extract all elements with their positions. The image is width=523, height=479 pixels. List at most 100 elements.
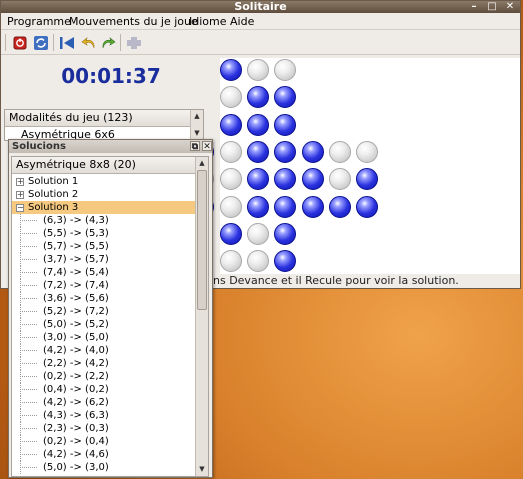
move-item[interactable]: (3,6) -> (5,6) <box>12 292 197 305</box>
move-item[interactable]: (4,2) -> (6,2) <box>12 396 197 409</box>
move-item[interactable]: (0,2) -> (2,2) <box>12 370 197 383</box>
modalities-header[interactable]: Modalités du jeu (123) <box>5 110 190 127</box>
first-move-icon[interactable] <box>58 34 76 51</box>
peg-empty[interactable] <box>329 141 351 163</box>
tree-line <box>20 246 38 247</box>
tree-line <box>20 376 38 377</box>
peg-filled[interactable] <box>247 86 269 108</box>
tree-line <box>20 337 38 338</box>
move-label: (2,3) -> (0,3) <box>43 423 109 434</box>
peg-filled[interactable] <box>356 196 378 218</box>
peg-filled[interactable] <box>247 114 269 136</box>
game-modalities-list[interactable]: Modalités du jeu (123) Asymétrique 6x6 ▲… <box>4 109 204 141</box>
peg-empty[interactable] <box>329 168 351 190</box>
peg-filled[interactable] <box>220 223 242 245</box>
undock-icon[interactable]: ⧉ <box>190 141 200 152</box>
move-item[interactable]: (0,2) -> (0,4) <box>12 435 197 448</box>
peg-filled[interactable] <box>247 168 269 190</box>
move-item[interactable]: (7,4) -> (5,4) <box>12 266 197 279</box>
solution-item[interactable]: + Solution 1 <box>12 175 197 188</box>
move-item[interactable]: (2,2) -> (4,2) <box>12 357 197 370</box>
peg-filled[interactable] <box>302 141 324 163</box>
peg-empty[interactable] <box>356 141 378 163</box>
move-label: (5,0) -> (3,0) <box>43 462 109 473</box>
move-item[interactable]: (6,3) -> (4,3) <box>12 214 197 227</box>
peg-filled[interactable] <box>302 196 324 218</box>
menu-mouvements[interactable]: Mouvements du je joue <box>69 15 198 28</box>
toolbar <box>1 30 520 55</box>
move-item[interactable]: (4,2) -> (4,6) <box>12 448 197 461</box>
close-panel-icon[interactable]: ✕ <box>202 141 212 152</box>
move-item[interactable]: (5,0) -> (3,0) <box>12 461 197 474</box>
undo-icon[interactable] <box>80 34 98 51</box>
menu-aide[interactable]: Aide <box>230 15 254 28</box>
tree-line <box>20 285 38 286</box>
tree-line <box>20 402 38 403</box>
scroll-thumb[interactable] <box>197 170 207 310</box>
move-label: (5,7) -> (5,5) <box>43 241 109 252</box>
peg-empty[interactable] <box>220 250 242 272</box>
solution-item[interactable]: + Solution 2 <box>12 188 197 201</box>
solutions-tree[interactable]: Asymétrique 8x8 (20) + Solution 1 + Solutio… <box>11 156 209 477</box>
move-item[interactable]: (5,5) -> (5,3) <box>12 227 197 240</box>
peg-filled[interactable] <box>274 86 296 108</box>
toolbar-separator <box>5 34 6 51</box>
solution-item[interactable]: − Solution 3 <box>12 201 197 214</box>
peg-filled[interactable] <box>220 59 242 81</box>
move-item[interactable]: (3,7) -> (5,7) <box>12 253 197 266</box>
close-icon[interactable]: ✕ <box>503 1 517 13</box>
peg-empty[interactable] <box>220 168 242 190</box>
solutions-column-header[interactable]: Asymétrique 8x8 (20) <box>12 157 197 174</box>
peg-filled[interactable] <box>220 114 242 136</box>
board-icon[interactable] <box>125 34 143 51</box>
peg-filled[interactable] <box>274 250 296 272</box>
peg-empty[interactable] <box>247 250 269 272</box>
peg-filled[interactable] <box>274 141 296 163</box>
move-item[interactable]: (3,0) -> (5,0) <box>12 331 197 344</box>
move-item[interactable]: (2,3) -> (0,3) <box>12 422 197 435</box>
peg-filled[interactable] <box>247 196 269 218</box>
peg-filled[interactable] <box>302 168 324 190</box>
minimize-icon[interactable]: – <box>467 1 481 13</box>
peg-filled[interactable] <box>329 196 351 218</box>
move-item[interactable]: (4,2) -> (4,0) <box>12 344 197 357</box>
peg-empty[interactable] <box>220 141 242 163</box>
peg-empty[interactable] <box>247 223 269 245</box>
stop-icon[interactable] <box>11 34 29 51</box>
redo-icon[interactable] <box>99 34 117 51</box>
menu-programme[interactable]: Programme <box>7 15 71 28</box>
peg-empty[interactable] <box>247 59 269 81</box>
scroll-down-icon[interactable]: ▼ <box>197 464 207 474</box>
peg-empty[interactable] <box>220 196 242 218</box>
expand-icon[interactable]: + <box>16 178 24 186</box>
modalities-scrollbar[interactable]: ▲ ▼ <box>190 110 203 140</box>
toolbar-separator <box>120 34 121 51</box>
solutions-scrollbar[interactable]: ▲ ▼ <box>195 157 208 476</box>
peg-filled[interactable] <box>274 196 296 218</box>
scroll-up-icon[interactable]: ▲ <box>192 111 202 121</box>
peg-empty[interactable] <box>220 86 242 108</box>
game-board[interactable] <box>165 58 520 274</box>
move-item[interactable]: (5,2) -> (7,2) <box>12 305 197 318</box>
peg-filled[interactable] <box>274 223 296 245</box>
toolbar-separator <box>53 34 54 51</box>
refresh-icon[interactable] <box>32 34 50 51</box>
move-item[interactable]: (0,4) -> (0,2) <box>12 383 197 396</box>
move-label: (4,2) -> (4,6) <box>43 449 109 460</box>
peg-filled[interactable] <box>247 141 269 163</box>
collapse-icon[interactable]: − <box>16 204 24 212</box>
expand-icon[interactable]: + <box>16 191 24 199</box>
peg-empty[interactable] <box>274 59 296 81</box>
peg-filled[interactable] <box>356 168 378 190</box>
peg-filled[interactable] <box>274 168 296 190</box>
move-item[interactable]: (4,3) -> (6,3) <box>12 409 197 422</box>
maximize-icon[interactable]: □ <box>485 1 499 13</box>
move-item[interactable]: (7,2) -> (7,4) <box>12 279 197 292</box>
scroll-down-icon[interactable]: ▼ <box>192 128 202 138</box>
move-item[interactable]: (5,0) -> (5,2) <box>12 318 197 331</box>
menu-idiome[interactable]: Idiome <box>189 15 227 28</box>
move-item[interactable]: (5,7) -> (5,5) <box>12 240 197 253</box>
move-label: (0,4) -> (0,2) <box>43 384 109 395</box>
scroll-up-icon[interactable]: ▲ <box>197 158 207 168</box>
peg-filled[interactable] <box>274 114 296 136</box>
